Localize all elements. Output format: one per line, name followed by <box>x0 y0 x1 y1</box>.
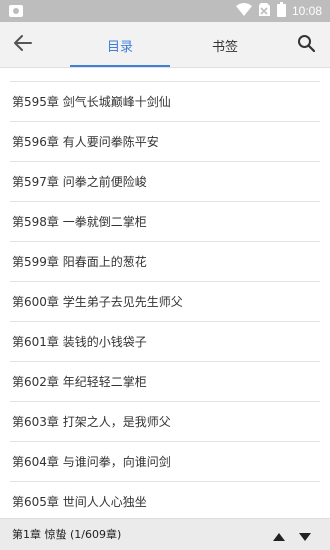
list-item[interactable]: 第602章 年纪轻轻二掌柜 <box>0 362 330 402</box>
list-item[interactable]: 第595章 剑气长城巅峰十剑仙 <box>0 82 330 122</box>
wifi-icon <box>235 2 252 21</box>
list-item[interactable]: 第605章 世间人人心独坐 <box>0 482 330 518</box>
active-tab-indicator <box>70 65 170 67</box>
current-chapter-label[interactable]: 第1章 惊蛰 (1/609章) <box>12 519 121 550</box>
scroll-top-button[interactable] <box>270 526 288 544</box>
chapter-list[interactable]: 第595章 剑气长城巅峰十剑仙 第596章 有人要问拳陈平安 第597章 问拳之… <box>0 68 330 518</box>
chapter-title: 第598章 一拳就倒二掌柜 <box>12 215 147 229</box>
chapter-title: 第602章 年纪轻轻二掌柜 <box>12 375 147 389</box>
tab-bookmark[interactable]: 书签 <box>175 22 275 68</box>
list-item[interactable]: 第597章 问拳之前便险峻 <box>0 162 330 202</box>
clock-time: 10:08 <box>291 4 322 18</box>
chapter-title: 第603章 打架之人，是我师父 <box>12 415 171 429</box>
list-item[interactable]: 第600章 学生弟子去见先生师父 <box>0 282 330 322</box>
list-item[interactable]: 第598章 一拳就倒二掌柜 <box>0 202 330 242</box>
arrow-up-icon <box>273 526 285 545</box>
top-bar: 目录 书签 <box>0 22 330 68</box>
chapter-title: 第595章 剑气长城巅峰十剑仙 <box>12 95 171 109</box>
chapter-title: 第596章 有人要问拳陈平安 <box>12 135 159 149</box>
notification-icon <box>8 3 24 17</box>
list-item[interactable]: 第601章 装钱的小钱袋子 <box>0 322 330 362</box>
chapter-title: 第605章 世间人人心独坐 <box>12 495 147 509</box>
back-arrow-icon <box>14 35 32 55</box>
chapter-title: 第599章 阳春面上的葱花 <box>12 255 147 269</box>
list-item[interactable]: 第604章 与谁问拳，向谁问剑 <box>0 442 330 482</box>
tab-catalog[interactable]: 目录 <box>70 22 170 68</box>
scroll-bottom-button[interactable] <box>296 526 314 544</box>
arrow-down-icon <box>299 526 311 545</box>
status-bar: 10:08 <box>0 0 330 22</box>
chapter-title: 第604章 与谁问拳，向谁问剑 <box>12 455 171 469</box>
chapter-title: 第601章 装钱的小钱袋子 <box>12 335 147 349</box>
list-item[interactable]: 第596章 有人要问拳陈平安 <box>0 122 330 162</box>
search-icon <box>297 34 316 56</box>
list-item[interactable]: 第599章 阳春面上的葱花 <box>0 242 330 282</box>
search-button[interactable] <box>292 31 320 59</box>
list-item[interactable]: 第603章 打架之人，是我师父 <box>0 402 330 442</box>
chapter-title: 第597章 问拳之前便险峻 <box>12 175 147 189</box>
no-sim-icon <box>258 2 271 21</box>
chapter-title: 第600章 学生弟子去见先生师父 <box>12 295 183 309</box>
battery-icon <box>276 1 286 21</box>
list-item-partial[interactable] <box>0 68 330 82</box>
bottom-bar: 第1章 惊蛰 (1/609章) <box>0 518 330 550</box>
back-button[interactable] <box>8 31 38 59</box>
